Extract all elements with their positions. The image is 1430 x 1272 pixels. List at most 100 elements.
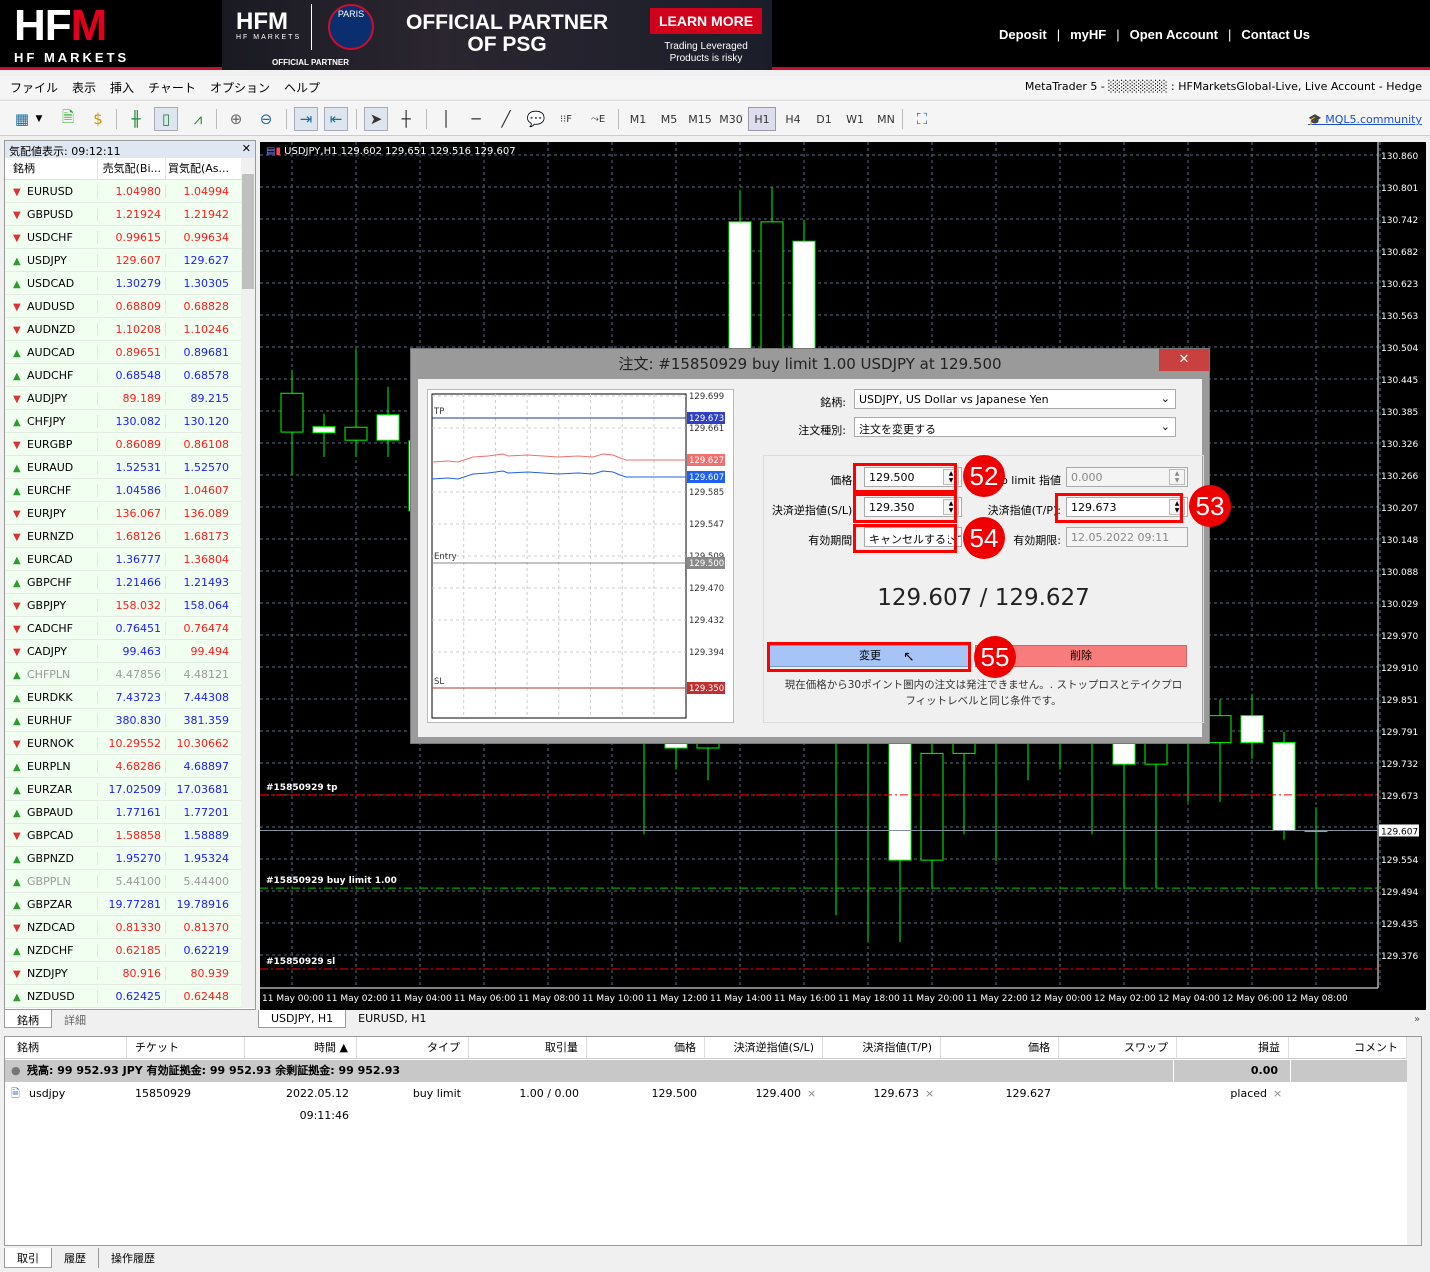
market-watch-row[interactable]: ▼GBPJPY 158.032 158.064 (5, 594, 241, 617)
mql5-community-link[interactable]: 🎓 MQL5.community (1308, 113, 1422, 126)
market-watch-row[interactable]: ▲AUDCAD 0.89651 0.89681 (5, 341, 241, 364)
tab-details[interactable]: 詳細 (52, 1010, 98, 1028)
market-watch-row[interactable]: ▲GBPNZD 1.95270 1.95324 (5, 847, 241, 870)
line-chart-icon[interactable]: ⩘ (186, 107, 210, 131)
menu-file[interactable]: ファイル (10, 79, 58, 96)
column-header[interactable]: コメント (1291, 1037, 1407, 1059)
order-row[interactable]: usdjpy158509292022.05.12 09:11:46buy lim… (5, 1083, 1407, 1105)
scrollbar-thumb[interactable] (242, 174, 254, 289)
chevron-right-icon[interactable]: » (1414, 1014, 1420, 1025)
menu-chart[interactable]: チャート (148, 79, 196, 96)
bar-chart-icon[interactable]: ╫ (124, 107, 148, 131)
market-watch-row[interactable]: ▲EURAUD 1.52531 1.52570 (5, 456, 241, 479)
psg-ad-banner[interactable]: HFM HF MARKETS PARIS OFFICIAL PARTNER OF… (222, 0, 772, 70)
market-watch-row[interactable]: ▼EURJPY 136.067 136.089 (5, 502, 241, 525)
market-watch-row[interactable]: ▲USDCAD 1.30279 1.30305 (5, 272, 241, 295)
market-watch-row[interactable]: ▼EURNZD 1.68126 1.68173 (5, 525, 241, 548)
fullscreen-icon[interactable]: ⛶ (910, 107, 934, 131)
market-watch-row[interactable]: ▼EURUSD 1.04980 1.04994 (5, 180, 241, 203)
learn-more-button[interactable]: LEARN MORE (650, 8, 762, 34)
column-header[interactable]: タイプ (357, 1037, 469, 1059)
market-watch-row[interactable]: ▲GBPAUD 1.77161 1.77201 (5, 801, 241, 824)
remove-x-icon[interactable]: × (807, 1083, 816, 1105)
market-watch-row[interactable]: ▲CHFPLN 4.47856 4.48121 (5, 663, 241, 686)
tab-usdjpy-h1[interactable]: USDJPY, H1 (258, 1010, 346, 1028)
tab-history[interactable]: 履歴 (52, 1248, 99, 1268)
dialog-close-button[interactable]: ✕ (1159, 349, 1209, 371)
autoscroll-icon[interactable]: ⇥ (294, 107, 318, 131)
terminal-scrollbar[interactable] (1407, 1037, 1421, 1245)
chevron-down-icon[interactable]: ▼ (32, 107, 46, 131)
elliott-icon[interactable]: ⤳E (586, 107, 610, 131)
market-watch-row[interactable]: ▼USDCHF 0.99615 0.99634 (5, 226, 241, 249)
remove-x-icon[interactable]: × (1273, 1083, 1282, 1105)
market-watch-row[interactable]: ▲GBPCHF 1.21466 1.21493 (5, 571, 241, 594)
column-header[interactable]: 決済逆指値(S/L) (705, 1037, 823, 1059)
trendline-icon[interactable]: ╱ (494, 107, 518, 131)
menu-help[interactable]: ヘルプ (284, 79, 320, 96)
new-chart-icon[interactable]: ▦ (10, 107, 34, 131)
column-header[interactable]: 取引量 (469, 1037, 587, 1059)
market-watch-row[interactable]: ▼EURNOK 10.29552 10.30662 (5, 732, 241, 755)
timeframe-m1[interactable]: M1 (624, 107, 652, 131)
market-watch-row[interactable]: ▲NZDUSD 0.62425 0.62448 (5, 985, 241, 1008)
nav-deposit[interactable]: Deposit (999, 27, 1047, 42)
tab-symbols[interactable]: 銘柄 (4, 1010, 52, 1028)
candlestick-icon[interactable]: ▯ (154, 107, 178, 131)
timeframe-d1[interactable]: D1 (810, 107, 838, 131)
column-header[interactable]: チケット (127, 1037, 245, 1059)
market-watch-row[interactable]: ▲AUDCHF 0.68548 0.68578 (5, 364, 241, 387)
market-watch-row[interactable]: ▲GBPZAR 19.77281 19.78916 (5, 893, 241, 916)
nav-contact-us[interactable]: Contact Us (1241, 27, 1310, 42)
column-header[interactable]: 決済指値(T/P) (823, 1037, 941, 1059)
new-order-icon[interactable]: 🗎 (56, 107, 80, 131)
nav-open-account[interactable]: Open Account (1130, 27, 1218, 42)
col-bid[interactable]: 売気配(Bi... (97, 158, 165, 179)
remove-x-icon[interactable]: × (925, 1083, 934, 1105)
chart-shift-icon[interactable]: ⇤ (324, 107, 348, 131)
symbol-select[interactable]: USDJPY, US Dollar vs Japanese Yen⌄ (854, 389, 1176, 409)
menu-insert[interactable]: 挿入 (110, 79, 134, 96)
zoom-out-icon[interactable]: ⊖ (254, 107, 278, 131)
market-watch-row[interactable]: ▼AUDJPY 89.189 89.215 (5, 387, 241, 410)
close-icon[interactable]: ✕ (242, 142, 251, 155)
timeframe-m5[interactable]: M5 (655, 107, 683, 131)
market-watch-row[interactable]: ▲GBPPLN 5.44100 5.44400 (5, 870, 241, 893)
market-watch-row[interactable]: ▲USDJPY 129.607 129.627 (5, 249, 241, 272)
column-header[interactable]: 価格 (941, 1037, 1059, 1059)
timeframe-h1[interactable]: H1 (748, 107, 776, 131)
crosshair-icon[interactable]: ┼ (394, 107, 418, 131)
market-watch-row[interactable]: ▲EURCAD 1.36777 1.36804 (5, 548, 241, 571)
timeframe-w1[interactable]: W1 (841, 107, 869, 131)
trade-icon[interactable]: $ (86, 107, 110, 131)
market-watch-row[interactable]: ▼EURGBP 0.86089 0.86108 (5, 433, 241, 456)
column-header[interactable]: 価格 (587, 1037, 705, 1059)
market-watch-row[interactable]: ▼AUDNZD 1.10208 1.10246 (5, 318, 241, 341)
market-watch-row[interactable]: ▲EURHUF 380.830 381.359 (5, 709, 241, 732)
fibonacci-icon[interactable]: ⁝⁝F (554, 107, 578, 131)
column-header[interactable]: 銘柄 (9, 1037, 127, 1059)
tab-eurusd-h1[interactable]: EURUSD, H1 (346, 1010, 438, 1028)
market-watch-row[interactable]: ▲EURDKK 7.43723 7.44308 (5, 686, 241, 709)
scrollbar[interactable] (241, 158, 255, 1008)
market-watch-row[interactable]: ▲EURPLN 4.68286 4.68897 (5, 755, 241, 778)
nav-myhf[interactable]: myHF (1070, 27, 1106, 42)
market-watch-row[interactable]: ▼CADJPY 99.463 99.494 (5, 640, 241, 663)
market-watch-row[interactable]: ▼NZDCAD 0.81330 0.81370 (5, 916, 241, 939)
vertical-line-icon[interactable]: │ (434, 107, 458, 131)
market-watch-row[interactable]: ▼GBPCAD 1.58858 1.58889 (5, 824, 241, 847)
column-header[interactable]: スワップ (1059, 1037, 1177, 1059)
tab-trade[interactable]: 取引 (4, 1248, 52, 1268)
market-watch-row[interactable]: ▲CHFJPY 130.082 130.120 (5, 410, 241, 433)
tab-journal[interactable]: 操作履歴 (99, 1248, 167, 1268)
column-header[interactable]: 損益 (1177, 1037, 1289, 1059)
cursor-icon[interactable]: ➤ (364, 107, 388, 131)
horizontal-line-icon[interactable]: ─ (464, 107, 488, 131)
order-type-select[interactable]: 注文を変更する⌄ (854, 417, 1176, 437)
market-watch-row[interactable]: ▼AUDUSD 0.68809 0.68828 (5, 295, 241, 318)
market-watch-row[interactable]: ▼NZDJPY 80.916 80.939 (5, 962, 241, 985)
hfm-logo[interactable]: HFM HF MARKETS (14, 2, 129, 65)
market-watch-row[interactable]: ▼GBPUSD 1.21924 1.21942 (5, 203, 241, 226)
timeframe-mn[interactable]: MN (872, 107, 900, 131)
timeframe-h4[interactable]: H4 (779, 107, 807, 131)
